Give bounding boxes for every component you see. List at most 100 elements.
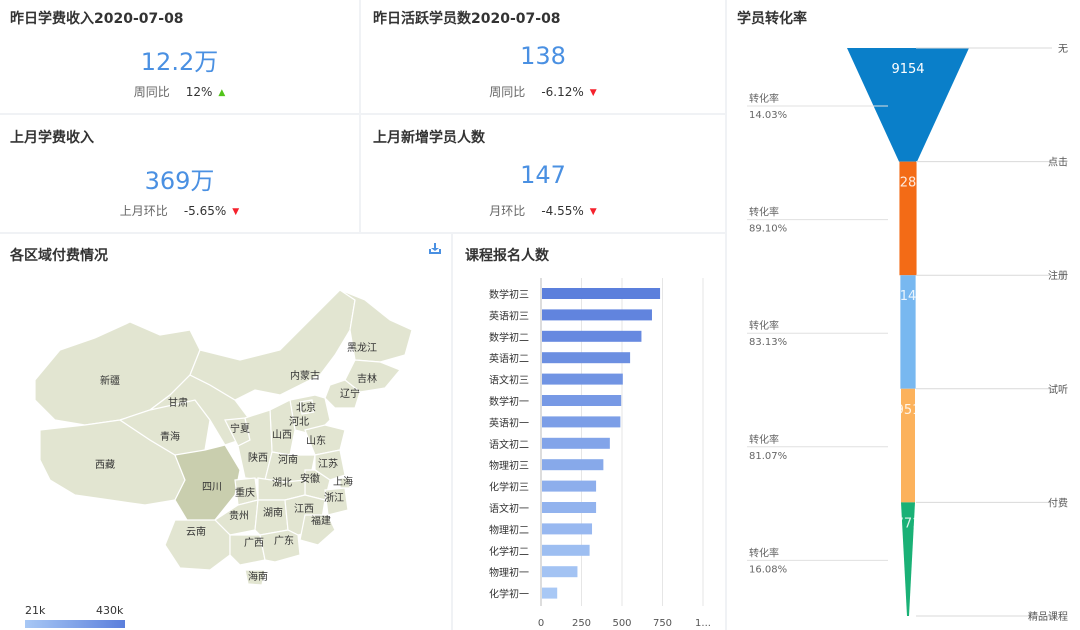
map-region-label: 云南: [186, 525, 206, 538]
funnel-chart: 9154 1284 1144 951 771 无点击注册试听付费精品课程 转化率 14.03%…: [747, 44, 1068, 623]
map-region-label: 福建: [311, 514, 331, 527]
kpi-title: 昨日活跃学员数2020-07-08: [373, 11, 561, 27]
kpi-compare: 月环比 -4.55% ▼: [361, 202, 725, 219]
funnel-value-label: 771: [896, 516, 921, 531]
x-tick-label: 500: [612, 618, 631, 629]
legend-min-label: 21k: [25, 604, 46, 617]
bar-语文初一[interactable]: [542, 502, 597, 513]
bar-语文初二[interactable]: [542, 437, 610, 449]
funnel-value-label: 1284: [891, 176, 924, 191]
bar-category-label: 数学初三: [489, 288, 529, 301]
bar-category-label: 化学初一: [489, 588, 529, 601]
map-region-label: 内蒙古: [290, 369, 320, 382]
map-region-label: 四川: [202, 482, 222, 493]
map-region-label: 重庆: [235, 486, 255, 499]
kpi-value: 147: [520, 161, 566, 189]
map-region-label: 河北: [289, 416, 309, 428]
bar-category-label: 数学初一: [489, 395, 529, 408]
bar-物理初三[interactable]: [542, 459, 604, 471]
funnel-stage-label: 试听: [1048, 383, 1068, 396]
funnel-value-label: 1144: [891, 289, 924, 304]
bar-化学初二[interactable]: [542, 544, 590, 556]
x-tick-label: 750: [653, 618, 672, 629]
kpi-compare: 周同比 12% ▲: [0, 83, 359, 100]
kpi-compare-value: 12%: [185, 85, 213, 99]
map-region-label: 西藏: [95, 459, 115, 471]
trend-down-icon: ▼: [589, 88, 597, 98]
kpi-card-4: 上月新增学员人数 147 月环比 -4.55% ▼: [361, 115, 725, 232]
kpi-card-2: 昨日活跃学员数2020-07-08 138 周同比 -6.12% ▼: [361, 0, 725, 113]
kpi-compare-value: -5.65%: [183, 204, 227, 218]
map-region-label: 吉林: [357, 372, 377, 385]
bar-chart: 数学初三英语初三数学初二英语初二语文初三数学初一英语初一语文初二物理初三化学初三…: [489, 278, 711, 629]
bar-category-label: 化学初三: [489, 481, 529, 494]
bar-物理初一[interactable]: [542, 566, 578, 578]
bar-category-label: 物理初一: [489, 566, 529, 579]
bar-数学初二[interactable]: [542, 330, 642, 342]
kpi-value: 12.2万: [140, 48, 219, 76]
rate-label: 转化率: [749, 546, 779, 559]
bar-英语初二[interactable]: [542, 352, 631, 364]
funnel-stage-label: 精品课程: [1028, 610, 1068, 623]
funnel-stage-label: 注册: [1048, 269, 1068, 282]
map-region-label: 青海: [160, 430, 180, 443]
bar-category-label: 英语初一: [489, 416, 529, 429]
bar-category-label: 化学初二: [489, 545, 529, 558]
rate-value: 14.03%: [749, 110, 787, 121]
bar-物理初二[interactable]: [542, 523, 593, 535]
kpi-title: 上月学费收入: [10, 130, 94, 146]
funnel-value-label: 951: [896, 403, 921, 418]
bar-category-label: 物理初三: [489, 459, 529, 472]
x-tick-label: 0: [538, 618, 544, 629]
map-region-label: 贵州: [229, 509, 249, 522]
funnel-stage-label: 付费: [1048, 496, 1068, 509]
rate-label: 转化率: [749, 433, 779, 446]
funnel-panel: 学员转化率 9154 1284 1144 951 771 无点击 注册 试听 付费 精品课程 转化率…: [727, 0, 1080, 630]
kpi-compare-label: 周同比: [133, 85, 170, 99]
bar-化学初三[interactable]: [542, 480, 597, 492]
funnel-stage-label: 无: [1058, 44, 1068, 55]
map-region-label: 安徽: [300, 472, 320, 485]
map-region-label: 海南: [248, 570, 268, 583]
bar-数学初一[interactable]: [542, 395, 622, 406]
china-map: 新疆西藏 青海 甘肃 内蒙古 黑龙江吉林辽宁北京河北宁夏山西 山东陕西 河南 江苏四川 重庆 湖北…: [34, 289, 413, 586]
rate-value: 83.13%: [749, 337, 787, 348]
bar-英语初一[interactable]: [542, 416, 621, 428]
bar-语文初三[interactable]: [542, 373, 623, 385]
map-region-label: 山西: [272, 429, 292, 441]
kpi-card-3: 上月学费收入 369万 上月环比 -5.65% ▼: [0, 115, 359, 232]
funnel-value-label: 9154: [891, 62, 924, 77]
trend-up-icon: ▲: [218, 88, 226, 98]
map-region-label: 甘肃: [168, 396, 188, 409]
kpi-title: 昨日学费收入2020-07-08: [10, 11, 184, 27]
map-region-label: 江西: [294, 503, 314, 515]
kpi-compare-label: 周同比: [489, 85, 526, 99]
map-region-label: 辽宁: [340, 387, 360, 400]
region-neimenggu[interactable]: [189, 289, 356, 401]
legend-gradient[interactable]: [25, 620, 125, 628]
bar-英语初三[interactable]: [542, 309, 652, 321]
map-region-label: 湖北: [272, 477, 292, 489]
bar-化学初一[interactable]: [542, 587, 558, 599]
map-region-label: 上海: [333, 475, 353, 488]
kpi-compare-value: -4.55%: [541, 204, 584, 218]
legend-max-label: 430k: [96, 604, 124, 617]
kpi-value: 369万: [144, 167, 215, 195]
rate-label: 转化率: [749, 92, 779, 105]
map-region-label: 广西: [244, 537, 264, 549]
rate-label: 转化率: [749, 206, 779, 219]
kpi-card-1: 昨日学费收入2020-07-08 12.2万 周同比 12% ▲: [0, 0, 359, 113]
bar-数学初三[interactable]: [542, 288, 661, 299]
x-tick-label: 250: [572, 618, 591, 629]
trend-down-icon: ▼: [589, 207, 597, 217]
kpi-compare: 上月环比 -5.65% ▼: [0, 202, 359, 219]
bar-category-label: 语文初二: [489, 438, 529, 451]
kpi-compare: 周同比 -6.12% ▼: [361, 83, 725, 100]
map-region-label: 广东: [274, 534, 294, 547]
map-region-label: 河南: [278, 453, 298, 466]
x-tick-label: 1...: [695, 618, 711, 629]
map-region-label: 江苏: [318, 457, 338, 470]
rate-value: 16.08%: [749, 564, 787, 575]
kpi-compare-value: -6.12%: [541, 85, 584, 99]
rate-value: 89.10%: [749, 224, 787, 235]
